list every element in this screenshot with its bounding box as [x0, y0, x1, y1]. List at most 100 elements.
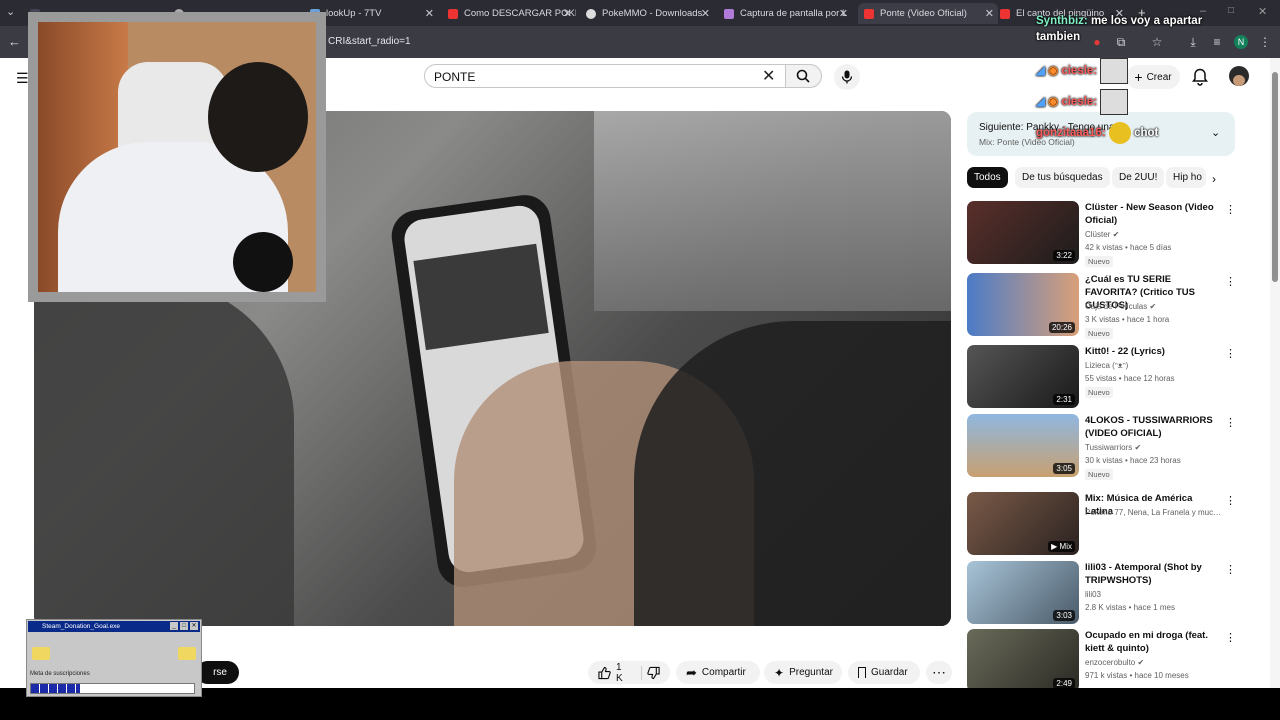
more-options-icon[interactable]: ⋮	[1225, 631, 1235, 644]
video-thumbnail[interactable]: 3:05	[967, 414, 1079, 477]
recommendation-item[interactable]: 3:03 lili03 - Atemporal (Shot by TRIPWSH…	[967, 561, 1236, 625]
clear-search-icon[interactable]: ✕	[762, 66, 775, 86]
recommendation-item[interactable]: 3:22 Clüster - New Season (Video Oficial…	[967, 201, 1236, 267]
chevron-down-icon[interactable]: ⌄	[1211, 126, 1220, 139]
tab-close-icon[interactable]: ✕	[839, 7, 848, 20]
channel-name[interactable]: Caja de Películas ✔	[1085, 302, 1156, 311]
channel-name[interactable]: Clüster ✔	[1085, 230, 1119, 239]
save-bookmark-icon	[858, 667, 866, 678]
notifications-bell-icon[interactable]	[1192, 68, 1208, 91]
chip-de-2uu[interactable]: De 2UU!	[1112, 167, 1165, 188]
like-count[interactable]: 1 K	[616, 662, 630, 684]
video-title[interactable]: 4LOKOS - TUSSIWARRIORS (VIDEO OFICIAL)	[1085, 414, 1219, 440]
more-options-icon[interactable]: ⋮	[1225, 563, 1236, 576]
account-avatar[interactable]	[1229, 66, 1249, 86]
video-thumbnail[interactable]: 2:31	[967, 345, 1079, 408]
tab-1[interactable]: lookUp - 7TV ✕	[310, 3, 438, 24]
channel-name[interactable]: Lizieca (ᵔᴥᵔ)	[1085, 361, 1128, 370]
folder-icon	[32, 647, 50, 660]
subscribe-button[interactable]: rse	[196, 661, 239, 684]
channel-name[interactable]: lili03	[1085, 590, 1101, 599]
tab-favicon-icon	[586, 8, 596, 19]
more-actions-button[interactable]: ⋯	[926, 661, 952, 684]
channel-label: Caja de Películas	[1085, 302, 1148, 311]
create-button[interactable]: + Crear	[1126, 65, 1180, 89]
tab-label: lookUp - 7TV	[326, 8, 382, 19]
chat-message: tambien	[1036, 31, 1080, 43]
tab-2[interactable]: Como DESCARGAR POKE ✕	[448, 3, 576, 24]
scrollbar-thumb[interactable]	[1272, 72, 1278, 282]
recommendation-item[interactable]: 2:31 Kitt0! - 22 (Lyrics) Lizieca (ᵔᴥᵔ) …	[967, 345, 1236, 409]
queue-icon[interactable]: ≡	[1210, 35, 1224, 49]
extensions-icon[interactable]: ⧉	[1114, 35, 1128, 49]
badge-icon: ◢	[1036, 96, 1045, 109]
tab-3[interactable]: PokeMMO - Downloads ✕	[586, 3, 714, 24]
url-text[interactable]: CRI&start_radio=1	[328, 36, 411, 47]
save-button[interactable]: Guardar	[848, 661, 920, 684]
search-button[interactable]	[786, 64, 822, 88]
ask-button[interactable]: ✦ Preguntar	[764, 661, 842, 684]
more-options-icon[interactable]: ⋮	[1225, 275, 1236, 288]
verified-icon: ✔	[1149, 302, 1157, 311]
close-window-icon[interactable]: ✕	[1258, 5, 1267, 18]
recommendation-item[interactable]: 3:05 4LOKOS - TUSSIWARRIORS (VIDEO OFICI…	[967, 414, 1236, 480]
chat-user: ciesle:	[1061, 96, 1098, 109]
hamburger-menu-icon[interactable]: ☰	[16, 70, 29, 87]
channel-name[interactable]: Pekeño 77, Nena, La Franela y muchos más	[1085, 508, 1225, 517]
channel-name[interactable]: enzocerobulto ✔	[1085, 658, 1144, 667]
video-meta: 30 k vistas • hace 23 horas	[1085, 456, 1181, 465]
bookmark-star-icon[interactable]: ☆	[1150, 35, 1164, 49]
video-title[interactable]: lili03 - Atemporal (Shot by TRIPWSHOTS)	[1085, 561, 1219, 587]
video-thumbnail[interactable]: 3:22	[967, 201, 1079, 264]
chip-de-tus-busquedas[interactable]: De tus búsquedas	[1015, 167, 1110, 188]
playlist-icon: ▶	[1051, 542, 1060, 551]
video-thumbnail[interactable]: 20:26	[967, 273, 1079, 336]
thumbs-up-icon[interactable]	[598, 666, 611, 680]
voice-search-button[interactable]	[834, 64, 860, 90]
profile-avatar[interactable]: N	[1234, 35, 1248, 49]
tab-5-active[interactable]: Ponte (Video Oficial) ✕	[858, 3, 998, 24]
download-icon[interactable]: ⤓	[1186, 35, 1200, 49]
browser-menu-icon[interactable]: ⋮	[1258, 35, 1272, 49]
video-title[interactable]: Kitt0! - 22 (Lyrics)	[1085, 345, 1219, 358]
share-label: Compartir	[701, 667, 746, 678]
plus-icon: +	[1134, 69, 1143, 85]
channel-name[interactable]: Tussiwarriors ✔	[1085, 443, 1141, 452]
video-thumbnail[interactable]: 2:49	[967, 629, 1079, 688]
folder-icon	[178, 647, 196, 660]
goal-progress-bar	[30, 683, 195, 694]
back-arrow-icon[interactable]: ←	[8, 34, 21, 49]
thumbs-down-icon[interactable]	[647, 666, 660, 680]
search-input[interactable]	[424, 64, 786, 88]
chip-todos[interactable]: Todos	[967, 167, 1008, 188]
more-options-icon[interactable]: ⋮	[1225, 347, 1236, 360]
more-options-icon[interactable]: ⋮	[1225, 494, 1236, 507]
mix-badge-label: Mix	[1059, 542, 1072, 551]
tab-4[interactable]: Captura de pantalla por L ✕	[724, 3, 852, 24]
chip-hip-hop[interactable]: Hip ho	[1166, 167, 1206, 188]
tab-close-icon[interactable]: ✕	[563, 7, 572, 20]
dog-emote-icon	[1100, 89, 1129, 115]
tab-close-icon[interactable]: ✕	[985, 7, 994, 20]
tab-close-icon[interactable]: ✕	[701, 7, 710, 20]
more-options-icon[interactable]: ⋮	[1225, 416, 1236, 429]
youtube-favicon-icon	[1000, 8, 1010, 19]
video-title[interactable]: Clüster - New Season (Video Oficial)	[1085, 201, 1219, 227]
chat-user: gonzitaaa16:	[1036, 127, 1106, 140]
record-icon[interactable]: ●	[1090, 35, 1104, 49]
tab-list-chevron-icon[interactable]: ⌄	[6, 5, 15, 18]
recommendation-item[interactable]: ▶ Mix Mix: Música de América Latina Peke…	[967, 492, 1236, 556]
maximize-icon[interactable]: □	[1228, 5, 1234, 16]
new-badge: Nuevo	[1085, 256, 1113, 267]
video-meta: 3 K vistas • hace 1 hora	[1085, 315, 1170, 324]
share-button[interactable]: ➦ Compartir	[676, 661, 760, 684]
recommendation-item[interactable]: 2:49 Ocupado en mi droga (feat. kiett & …	[967, 629, 1235, 688]
tab-close-icon[interactable]: ✕	[425, 7, 434, 20]
more-options-icon[interactable]: ⋮	[1225, 203, 1236, 216]
youtube-favicon-icon	[864, 8, 874, 19]
chevron-right-icon[interactable]: ›	[1212, 172, 1216, 186]
recommendation-item[interactable]: 20:26 ¿Cuál es TU SERIE FAVORITA? (Criti…	[967, 273, 1236, 339]
video-thumbnail[interactable]: 3:03	[967, 561, 1079, 624]
video-title[interactable]: Ocupado en mi droga (feat. kiett & quint…	[1085, 629, 1219, 655]
video-thumbnail[interactable]: ▶ Mix	[967, 492, 1079, 555]
